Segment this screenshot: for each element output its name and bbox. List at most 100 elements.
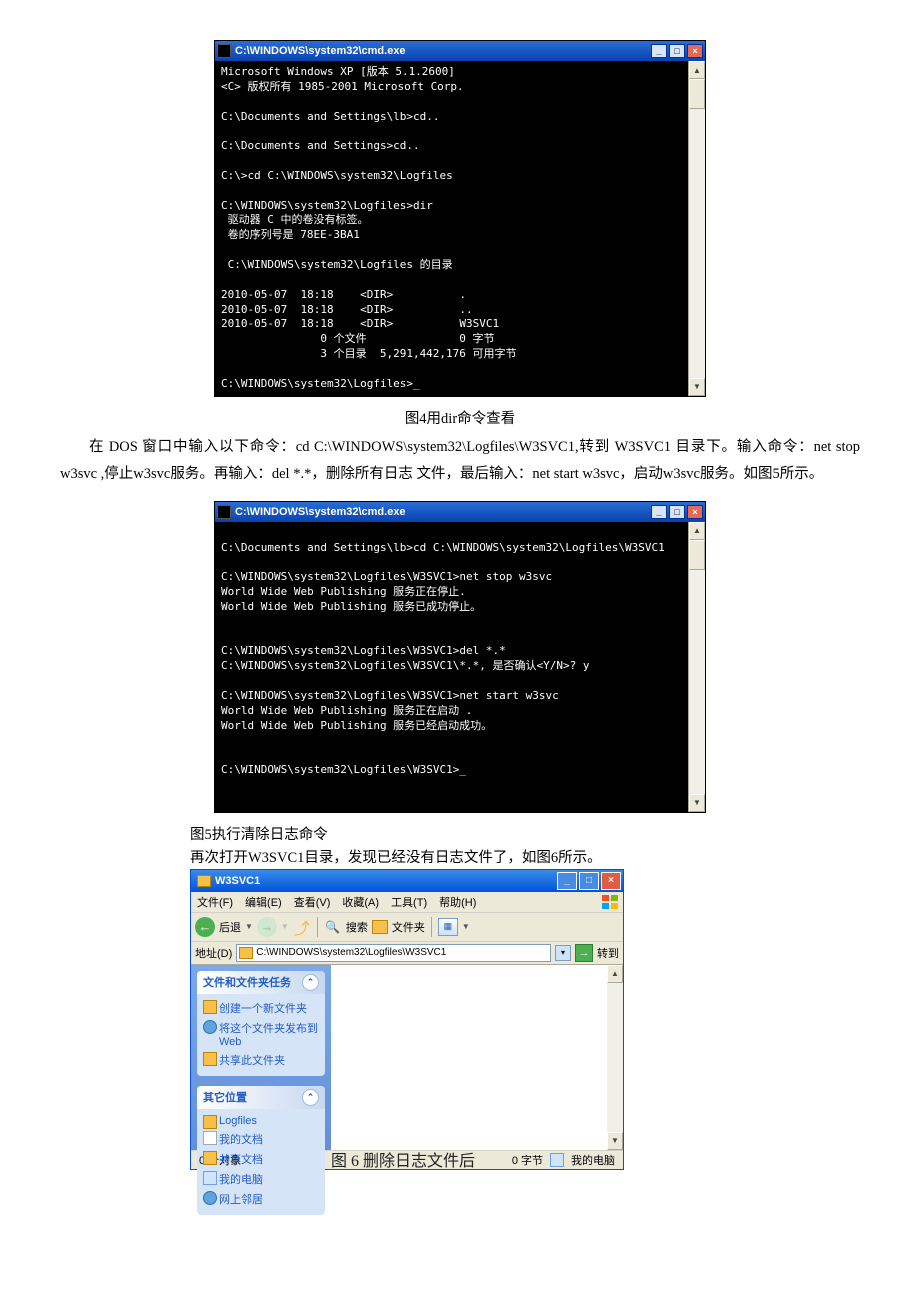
scroll-track[interactable] [689,540,705,794]
cmd1-titlebar[interactable]: C:\WINDOWS\system32\cmd.exe _ □ × [215,41,705,61]
views-icon[interactable]: ▦ [438,918,458,936]
place-shared[interactable]: 共享文档 [203,1149,319,1169]
paragraph-2: 再次打开W3SVC1目录，发现已经没有日志文件了，如图6所示。 [190,846,860,867]
scroll-track[interactable] [689,79,705,378]
toolbar-divider [431,917,432,937]
back-button[interactable]: 后退 [219,919,241,935]
cmd-icon [217,44,231,58]
search-icon[interactable]: 🔍 [324,918,342,936]
document-icon [203,1131,217,1145]
go-button[interactable]: 转到 [597,945,619,961]
collapse-icon[interactable]: ⌃ [302,1089,319,1106]
cmd-icon [217,505,231,519]
cmd2-scrollbar[interactable]: ▲ ▼ [688,522,705,812]
explorer-menubar: 文件(F) 编辑(E) 查看(V) 收藏(A) 工具(T) 帮助(H) [191,892,623,913]
task-link-label: 创建一个新文件夹 [219,1003,307,1015]
address-dropdown-icon[interactable]: ▾ [555,945,571,961]
places-panel-header[interactable]: 其它位置 ⌃ [197,1086,325,1109]
place-mycomputer[interactable]: 我的电脑 [203,1169,319,1189]
address-input[interactable]: C:\WINDOWS\system32\Logfiles\W3SVC1 [236,944,551,962]
task-publish-web[interactable]: 将这个文件夹发布到 Web [203,1018,319,1050]
menu-favorites[interactable]: 收藏(A) [340,893,381,911]
address-bar: 地址(D) C:\WINDOWS\system32\Logfiles\W3SVC… [191,942,623,965]
place-network[interactable]: 网上邻居 [203,1189,319,1209]
folder-icon [203,1151,217,1165]
cmd2-titlebar[interactable]: C:\WINDOWS\system32\cmd.exe _ □ × [215,502,705,522]
place-label: 我的文档 [219,1134,263,1146]
tasks-panel-header[interactable]: 文件和文件夹任务 ⌃ [197,971,325,994]
up-folder-icon[interactable]: ⤴ [293,918,311,936]
status-right: 0 字节 我的电脑 [508,1152,619,1168]
cmd1-title: C:\WINDOWS\system32\cmd.exe [235,45,649,57]
explorer-toolbar: ← 后退 ▼ → ▼ ⤴ 🔍 搜索 文件夹 ▦ ▼ [191,913,623,942]
scroll-up-icon[interactable]: ▲ [689,522,705,540]
place-mydocs[interactable]: 我的文档 [203,1129,319,1149]
search-button[interactable]: 搜索 [346,919,368,935]
go-icon[interactable]: → [575,944,593,962]
close-button[interactable]: × [687,44,703,58]
scroll-down-icon[interactable]: ▼ [689,794,705,812]
explorer-content[interactable] [331,965,607,1150]
place-label: 共享文档 [219,1154,263,1166]
menu-help[interactable]: 帮助(H) [437,893,478,911]
scroll-down-icon[interactable]: ▼ [607,1132,623,1150]
scroll-up-icon[interactable]: ▲ [689,61,705,79]
maximize-button[interactable]: □ [669,44,685,58]
cmd1-output: Microsoft Windows XP [版本 5.1.2600] <C> 版… [215,61,688,396]
scroll-track[interactable] [607,983,623,1132]
close-button[interactable]: × [601,872,621,890]
task-new-folder[interactable]: 创建一个新文件夹 [203,998,319,1018]
folders-icon[interactable] [372,920,388,934]
maximize-button[interactable]: □ [669,505,685,519]
explorer-body: 文件和文件夹任务 ⌃ 创建一个新文件夹 将这个文件夹发布到 Web 共享此文件夹… [191,965,623,1150]
forward-dropdown-icon[interactable]: ▼ [281,922,289,931]
scroll-thumb[interactable] [689,79,705,109]
places-panel-body: Logfiles 我的文档 共享文档 我的电脑 网上邻居 [197,1109,325,1215]
scroll-up-icon[interactable]: ▲ [607,965,623,983]
menu-edit[interactable]: 编辑(E) [243,893,284,911]
place-label: 我的电脑 [219,1174,263,1186]
task-link-label: 将这个文件夹发布到 Web [219,1023,318,1048]
globe-icon [203,1020,217,1034]
cmd2-output: C:\Documents and Settings\lb>cd C:\WINDO… [215,522,688,812]
cmd-window-1: C:\WINDOWS\system32\cmd.exe _ □ × Micros… [214,40,706,397]
task-link-label: 共享此文件夹 [219,1055,285,1067]
explorer-titlebar[interactable]: W3SVC1 _ □ × [191,870,623,892]
collapse-icon[interactable]: ⌃ [302,974,319,991]
places-panel: 其它位置 ⌃ Logfiles 我的文档 共享文档 我的电脑 网上邻居 [197,1086,325,1215]
figure4-caption: 图4用dir命令查看 [60,407,860,428]
tasks-panel-title: 文件和文件夹任务 [203,974,291,990]
place-logfiles[interactable]: Logfiles [203,1113,319,1129]
menu-tools[interactable]: 工具(T) [389,893,429,911]
minimize-button[interactable]: _ [651,505,667,519]
network-icon [203,1191,217,1205]
forward-icon[interactable]: → [257,917,277,937]
folder-icon [203,1115,217,1129]
task-share-folder[interactable]: 共享此文件夹 [203,1050,319,1070]
close-button[interactable]: × [687,505,703,519]
minimize-button[interactable]: _ [557,872,577,890]
cmd1-body-wrap: Microsoft Windows XP [版本 5.1.2600] <C> 版… [215,61,705,396]
minimize-button[interactable]: _ [651,44,667,58]
figure6-caption: 图 6 删除日志文件后 [331,1147,475,1171]
views-dropdown-icon[interactable]: ▼ [462,922,470,931]
folders-button[interactable]: 文件夹 [392,919,425,935]
cmd1-scrollbar[interactable]: ▲ ▼ [688,61,705,396]
maximize-button[interactable]: □ [579,872,599,890]
folder-icon [197,875,211,887]
folder-icon [239,947,253,959]
menu-file[interactable]: 文件(F) [195,893,235,911]
explorer-window: W3SVC1 _ □ × 文件(F) 编辑(E) 查看(V) 收藏(A) 工具(… [190,869,624,1170]
back-icon[interactable]: ← [195,917,215,937]
tasks-panel-body: 创建一个新文件夹 将这个文件夹发布到 Web 共享此文件夹 [197,994,325,1076]
scroll-thumb[interactable] [689,540,705,570]
place-label: Logfiles [219,1115,257,1127]
back-dropdown-icon[interactable]: ▼ [245,922,253,931]
places-panel-title: 其它位置 [203,1089,247,1105]
explorer-scrollbar[interactable]: ▲ ▼ [607,965,623,1150]
place-label: 网上邻居 [219,1194,263,1206]
tasks-panel: 文件和文件夹任务 ⌃ 创建一个新文件夹 将这个文件夹发布到 Web 共享此文件夹 [197,971,325,1076]
menu-view[interactable]: 查看(V) [292,893,333,911]
cmd-window-2: C:\WINDOWS\system32\cmd.exe _ □ × C:\Doc… [214,501,706,813]
scroll-down-icon[interactable]: ▼ [689,378,705,396]
